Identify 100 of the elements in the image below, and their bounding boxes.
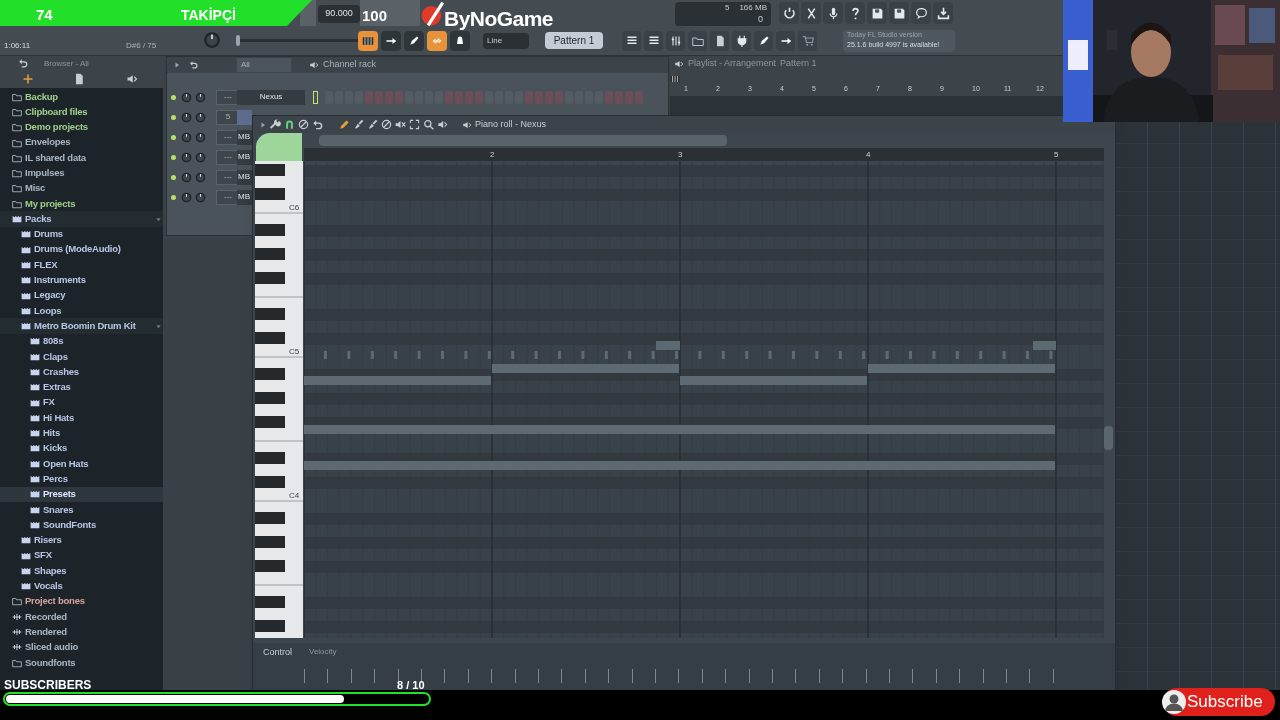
browser-item[interactable]: Risers <box>0 532 163 548</box>
browser-item-label: Hi Hats <box>43 410 75 425</box>
follower-label: TAKİPÇİ <box>181 6 236 25</box>
browser-item[interactable]: Hits <box>0 425 163 441</box>
octave-label: C4 <box>289 490 300 502</box>
browser-item-label: Claps <box>43 349 68 364</box>
browser-item[interactable]: Kicks <box>0 440 163 457</box>
browser-item-label: Kicks <box>43 441 68 456</box>
browser-item[interactable]: FX <box>0 394 163 411</box>
browser-item[interactable]: Hi Hats <box>0 410 163 426</box>
channel-button[interactable]: MB <box>237 189 252 205</box>
browser-item-label: Drums <box>34 227 63 242</box>
snap-dropdown[interactable]: Line <box>483 33 529 49</box>
browser-item-label: Demo projects <box>25 120 88 135</box>
browser-item[interactable]: Claps <box>0 349 163 365</box>
follower-count: 74 <box>36 5 53 25</box>
browser-item-label: Risers <box>34 533 62 548</box>
channel-button[interactable]: MB <box>237 129 252 145</box>
score-value: 100 <box>362 6 388 26</box>
browser-item[interactable]: Loops <box>0 303 163 319</box>
mixer-track-box[interactable]: 5 <box>216 109 240 125</box>
browser-item[interactable]: Packs <box>0 211 163 227</box>
browser-item[interactable]: FLEX <box>0 257 163 273</box>
channel-logo: ByNoGame <box>444 6 553 32</box>
browser-item[interactable]: Impulses <box>0 165 163 181</box>
browser-item[interactable]: Extras <box>0 379 163 395</box>
browser-item[interactable]: Percs <box>0 471 163 487</box>
browser-item[interactable]: Drums <box>0 226 163 242</box>
browser-item[interactable]: Vocals <box>0 578 163 594</box>
browser-item[interactable]: 808s <box>0 333 163 350</box>
browser-item[interactable]: Misc <box>0 180 163 197</box>
browser-item-label: Snares <box>43 502 74 517</box>
browser-item-label: Packs <box>25 211 52 226</box>
browser-item[interactable]: Snares <box>0 502 163 518</box>
pattern-selector[interactable]: Pattern 1 <box>545 32 603 49</box>
browser-item-label: Sliced audio <box>25 640 79 655</box>
channel-button[interactable]: MB <box>237 169 252 185</box>
browser-item-label: Rendered <box>25 624 67 639</box>
browser-item[interactable]: Sliced audio <box>0 639 163 655</box>
subscribers-label: SUBSCRIBERS <box>4 677 92 694</box>
browser-item-label: Backup <box>25 89 58 104</box>
window-title: Piano roll - Nexus <box>475 117 547 131</box>
browser-item-label: Envelopes <box>25 135 71 150</box>
browser-item[interactable]: Demo projects <box>0 119 163 135</box>
browser-item[interactable]: Backup <box>0 89 163 105</box>
octave-label: C5 <box>289 346 300 358</box>
browser-item-label: Extras <box>43 380 71 395</box>
browser-item-label: Clipboard files <box>25 104 88 119</box>
browser-item-label: Percs <box>43 471 68 486</box>
browser-item-label: Vocals <box>34 579 63 593</box>
browser-item-label: Open Hats <box>43 456 89 471</box>
browser-item-label: FX <box>43 395 55 410</box>
browser-item-label: Project bones <box>25 594 85 609</box>
browser-item-label: 808s <box>43 334 64 349</box>
browser-item[interactable]: IL shared data <box>0 150 163 166</box>
browser-item[interactable]: SoundFonts <box>0 517 163 533</box>
browser-item[interactable]: Shapes <box>0 563 163 579</box>
filter-dropdown[interactable]: All <box>237 58 291 72</box>
browser-item[interactable]: Soundfonts <box>0 655 163 671</box>
browser-item[interactable]: Presets <box>0 486 163 502</box>
browser-item-label: SFX <box>34 548 52 563</box>
browser-item-label: Metro Boomin Drum Kit <box>34 318 136 333</box>
control-label[interactable]: Control <box>263 646 292 660</box>
browser-item[interactable]: Rendered <box>0 624 163 640</box>
window-title: Channel rack <box>323 58 377 71</box>
control-target[interactable]: Velocity <box>309 646 337 658</box>
browser-item-label: Drums (ModeAudio) <box>34 242 121 257</box>
browser-item[interactable]: Project bones <box>0 593 163 610</box>
browser-item-label: Shapes <box>34 563 67 578</box>
browser-item-label: Presets <box>43 487 76 502</box>
bar-number: 4 <box>866 149 871 161</box>
browser-item-label: Soundfonts <box>25 655 76 670</box>
browser-item-label: Instruments <box>34 273 86 288</box>
cpu-value: 5 <box>725 2 730 14</box>
browser-item[interactable]: Instruments <box>0 272 163 288</box>
browser-item-label: Recorded <box>25 609 67 624</box>
note-hint: D#6 / 75 <box>126 40 157 52</box>
bar-number: 2 <box>490 149 495 161</box>
browser-item[interactable]: Recorded <box>0 609 163 625</box>
browser-item[interactable]: Open Hats <box>0 456 163 472</box>
browser-item[interactable]: Clipboard files <box>0 104 163 120</box>
browser-item-label: Hits <box>43 426 60 441</box>
browser-item-label: Loops <box>34 303 62 318</box>
channel-button[interactable]: MB <box>237 149 252 165</box>
browser-item[interactable]: Drums (ModeAudio) <box>0 241 163 258</box>
browser-item[interactable]: My projects <box>0 196 163 212</box>
browser-item-label: My projects <box>25 196 76 211</box>
channel-button[interactable]: Nexus <box>237 89 305 105</box>
memory-value: 166 MB <box>739 2 767 14</box>
browser-item-label: Impulses <box>25 166 65 180</box>
mixer-track-box[interactable]: --- <box>216 89 240 105</box>
browser-item[interactable]: SFX <box>0 547 163 564</box>
browser-item[interactable]: Metro Boomin Drum Kit <box>0 318 163 334</box>
browser-item[interactable]: Envelopes <box>0 134 163 151</box>
browser-item-label: Misc <box>25 181 46 196</box>
browser-item[interactable]: Crashes <box>0 364 163 380</box>
browser-item[interactable]: Legacy <box>0 287 163 304</box>
browser-item-label: SoundFonts <box>43 517 97 532</box>
browser-item-label: FLEX <box>34 257 58 272</box>
octave-label: C6 <box>289 202 300 214</box>
